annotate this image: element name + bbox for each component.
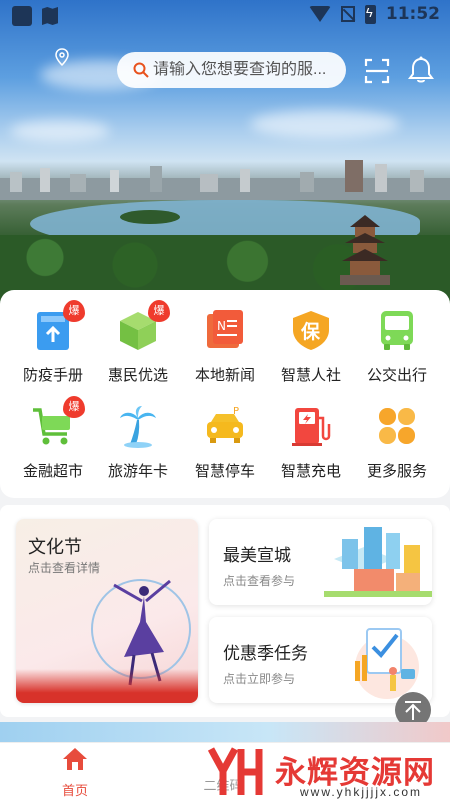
service-item-more[interactable]: 更多服务 <box>352 404 442 481</box>
bell-icon[interactable] <box>408 56 434 84</box>
culture-festival-card[interactable]: 文化节 点击查看详情 <box>16 519 198 703</box>
service-label: 惠民优选 <box>107 367 168 384</box>
service-label: 更多服务 <box>366 463 427 480</box>
status-bar: 11:52 <box>0 0 450 32</box>
city-illustration <box>324 527 432 597</box>
service-label: 智慧人社 <box>280 367 341 384</box>
charger-icon <box>289 404 333 448</box>
hot-badge: 爆 <box>63 396 85 418</box>
watermark: 永辉资源网 www.yhkjjjjx.com <box>205 743 450 800</box>
service-label: 金融超市 <box>22 463 83 480</box>
cloud <box>250 110 400 138</box>
island <box>120 210 180 224</box>
service-label: 智慧停车 <box>194 463 255 480</box>
service-label: 本地新闻 <box>194 367 255 384</box>
nav-home[interactable]: 首页 <box>50 747 100 799</box>
card-subtitle: 点击查看详情 <box>28 561 101 575</box>
status-time: 11:52 <box>385 4 440 24</box>
hero-banner <box>0 0 450 310</box>
location-pin-icon[interactable] <box>54 48 70 66</box>
hot-badge: 爆 <box>63 300 85 322</box>
shield-icon: 保 <box>289 308 333 352</box>
cart-icon: 爆 <box>31 396 85 448</box>
search-icon <box>133 62 149 78</box>
service-item-parking[interactable]: P 智慧停车 <box>180 404 270 481</box>
service-item-social-security[interactable]: 保 智慧人社 <box>266 308 356 385</box>
service-item-benefits[interactable]: 爆 惠民优选 <box>93 300 183 385</box>
scan-icon[interactable] <box>364 58 390 84</box>
service-item-news[interactable]: N 本地新闻 <box>180 308 270 385</box>
watermark-logo <box>207 747 263 795</box>
svg-text:N: N <box>217 319 226 333</box>
service-item-finance[interactable]: 爆 金融超市 <box>8 396 98 481</box>
more-services-icon <box>375 404 419 448</box>
promo-task-card[interactable]: 优惠季任务 点击立即参与 <box>209 617 432 703</box>
pagoda <box>340 215 390 285</box>
battery-charging-icon <box>364 4 376 24</box>
car-icon: P <box>203 404 247 448</box>
task-illustration <box>355 628 419 699</box>
beautiful-city-card[interactable]: 最美宣城 点击查看参与 <box>209 519 432 605</box>
manual-icon: 爆 <box>31 300 85 352</box>
bus-icon <box>375 308 419 352</box>
service-label: 智慧充电 <box>280 463 341 480</box>
map-notification-icon <box>42 7 58 25</box>
search-bar[interactable] <box>117 52 346 88</box>
nav-home-label: 首页 <box>61 783 88 798</box>
service-label: 旅游年卡 <box>107 463 168 480</box>
cloud <box>10 120 110 142</box>
news-icon: N <box>203 308 247 352</box>
shield-char: 保 <box>301 322 321 343</box>
palm-tree-icon <box>116 404 160 448</box>
service-item-charging[interactable]: 智慧充电 <box>266 404 356 481</box>
feature-section: 文化节 点击查看详情 最美宣城 点击查看参与 优惠季任务 点击立即参与 <box>0 505 450 717</box>
card-title: 最美宣城 <box>223 546 291 565</box>
red-base-decor <box>16 669 198 703</box>
search-input[interactable] <box>153 61 333 79</box>
box-icon: 爆 <box>116 300 170 352</box>
city-skyline <box>0 160 450 200</box>
service-item-travel-card[interactable]: 旅游年卡 <box>93 404 183 481</box>
promo-banner-strip[interactable] <box>0 722 450 742</box>
hot-badge: 爆 <box>148 300 170 322</box>
services-grid: 爆 防疫手册 爆 惠民优选 N 本地新闻 保 智慧人社 公交出行 爆 金融超市 … <box>0 290 450 498</box>
service-label: 公交出行 <box>366 367 427 384</box>
service-item-bus[interactable]: 公交出行 <box>352 308 442 385</box>
card-title: 优惠季任务 <box>223 644 308 663</box>
card-subtitle: 点击查看参与 <box>223 574 296 588</box>
bottom-nav: 首页 二维码 永辉资源网 www.yhkjjjjx.com <box>0 742 450 800</box>
watermark-url: www.yhkjjjjx.com <box>300 785 423 799</box>
card-title: 文化节 <box>28 537 82 557</box>
home-icon <box>63 748 87 770</box>
wifi-icon <box>308 6 331 22</box>
app-notification-icon <box>12 6 32 26</box>
service-item-manual[interactable]: 爆 防疫手册 <box>8 300 98 385</box>
service-label: 防疫手册 <box>22 367 83 384</box>
card-subtitle: 点击立即参与 <box>223 672 296 686</box>
no-sim-icon <box>340 6 355 22</box>
